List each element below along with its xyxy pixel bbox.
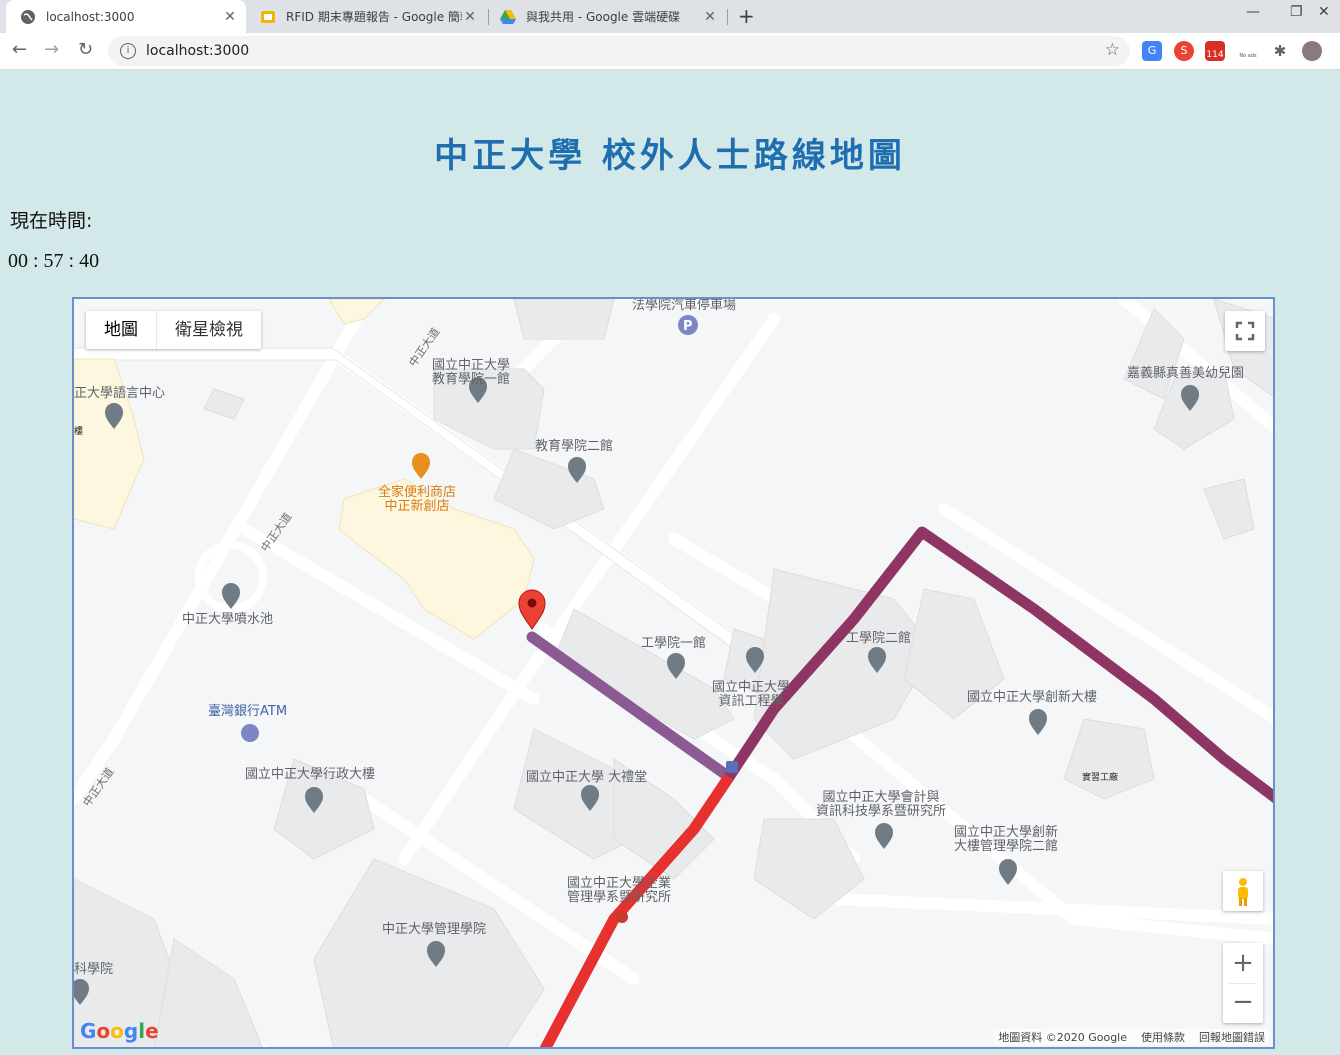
poi-mgmt2-label[interactable]: 國立中正大學創新 大樓管理學院二館 xyxy=(954,826,1058,854)
address-bar[interactable]: i localhost:3000 ☆ xyxy=(108,36,1130,66)
close-window-button[interactable]: ✕ xyxy=(1318,4,1330,20)
map[interactable]: P 法學院汽車停車場 國立中正大學 教育學院一館 教育學院二館 正大學語言中心 樓… xyxy=(72,297,1275,1049)
clock: 00 : 57 : 40 xyxy=(8,250,100,272)
drive-icon xyxy=(500,9,516,25)
poi-fountain-label[interactable]: 中正大學噴水池 xyxy=(182,613,273,627)
slides-icon xyxy=(260,9,276,25)
poi-edu2-label[interactable]: 教育學院二館 xyxy=(535,440,613,454)
toolbar: ← → ↻ i localhost:3000 ☆ G S 114 No ads … xyxy=(0,33,1340,70)
star-icon[interactable]: ☆ xyxy=(1105,40,1120,60)
page-title: 中正大學 校外人士路線地圖 xyxy=(434,136,906,176)
extension-s-icon[interactable]: S xyxy=(1174,41,1194,61)
url-text[interactable]: localhost:3000 xyxy=(146,43,249,59)
translate-icon[interactable]: G xyxy=(1142,41,1162,61)
poi-admin-label[interactable]: 國立中正大學行政大樓 xyxy=(245,768,375,782)
poi-parking-label[interactable]: 法學院汽車停車場 xyxy=(632,299,736,313)
close-icon[interactable]: ✕ xyxy=(702,9,718,25)
tab-strip: localhost:3000 ✕ RFID 期末專題報告 - Google 簡報… xyxy=(0,0,1340,33)
poi-innovation-label[interactable]: 國立中正大學創新大樓 xyxy=(967,691,1097,705)
mail-badge[interactable]: 114 xyxy=(1205,41,1225,61)
close-icon[interactable]: ✕ xyxy=(222,9,238,25)
avatar[interactable] xyxy=(1302,41,1322,61)
fullscreen-icon xyxy=(1235,321,1255,341)
restore-button[interactable]: ❐ xyxy=(1290,4,1303,20)
new-tab-button[interactable]: + xyxy=(738,4,755,28)
tab-divider xyxy=(727,9,728,25)
tab-drive[interactable]: 與我共用 - Google 雲端硬碟 ✕ xyxy=(486,0,726,33)
poi-science-label[interactable]: 科學院 xyxy=(74,963,113,977)
poi-edu1-label[interactable]: 國立中正大學 教育學院一館 xyxy=(432,359,510,387)
map-attribution: 地圖資料 ©2020 Google 使用條款 回報地圖錯誤 xyxy=(994,1029,1269,1045)
poi-factory-label[interactable]: 實習工廠 xyxy=(1082,771,1118,785)
report-error-link[interactable]: 回報地圖錯誤 xyxy=(1199,1031,1265,1044)
poi-auditorium-label[interactable]: 國立中正大學 大禮堂 xyxy=(526,771,647,785)
poi-language-center-label[interactable]: 正大學語言中心 xyxy=(74,387,165,401)
forward-icon[interactable]: → xyxy=(44,39,59,60)
poi-eng1-label[interactable]: 工學院一館 xyxy=(641,637,706,651)
extension-icon[interactable]: ✱ xyxy=(1270,41,1290,61)
zoom-in-button[interactable]: + xyxy=(1223,943,1263,983)
tab-slides[interactable]: RFID 期末專題報告 - Google 簡報 ✕ xyxy=(246,0,486,33)
pegman-button[interactable] xyxy=(1223,871,1263,911)
satellite-view-button[interactable]: 衛星檢視 xyxy=(157,311,261,349)
svg-text:P: P xyxy=(683,319,693,334)
poi-atm-label[interactable]: 臺灣銀行ATM xyxy=(208,705,287,719)
poi-building-label: 樓 xyxy=(74,427,84,437)
minimize-button[interactable]: — xyxy=(1246,4,1260,20)
close-icon[interactable]: ✕ xyxy=(462,9,478,25)
map-view-button[interactable]: 地圖 xyxy=(86,311,157,349)
poi-bizmgmt-label[interactable]: 國立中正大學企業 管理學系暨研究所 xyxy=(567,877,671,905)
map-canvas[interactable]: P xyxy=(74,299,1275,1049)
noads-icon[interactable]: No ads xyxy=(1238,41,1258,61)
zoom-out-button[interactable]: − xyxy=(1223,984,1263,1023)
terms-link[interactable]: 使用條款 xyxy=(1141,1031,1185,1044)
zoom-control: + − xyxy=(1223,943,1263,1023)
poi-accounting-label[interactable]: 國立中正大學會計與 資訊科技學系暨研究所 xyxy=(816,791,946,819)
map-type-control: 地圖 衛星檢視 xyxy=(86,311,261,349)
tab-title: RFID 期末專題報告 - Google 簡報 xyxy=(286,10,462,24)
reload-icon[interactable]: ↻ xyxy=(78,39,93,60)
time-label: 現在時間: xyxy=(10,210,93,232)
bank-icon xyxy=(241,724,259,742)
route-stop-marker xyxy=(616,911,628,923)
map-data-credit[interactable]: 地圖資料 ©2020 Google xyxy=(998,1031,1127,1044)
tab-title: localhost:3000 xyxy=(46,9,135,24)
poi-eng2-label[interactable]: 工學院二館 xyxy=(846,632,911,646)
back-icon[interactable]: ← xyxy=(12,39,27,60)
poi-kindergarten-label[interactable]: 嘉義縣真善美幼兒園 xyxy=(1127,367,1244,381)
poi-store-label[interactable]: 全家便利商店 中正新創店 xyxy=(378,486,456,514)
info-icon[interactable]: i xyxy=(120,43,136,59)
transit-icon xyxy=(726,761,738,773)
pegman-icon xyxy=(1238,878,1248,906)
google-logo: Google xyxy=(80,1019,159,1043)
poi-csie-label[interactable]: 國立中正大學 資訊工程學 xyxy=(712,681,790,709)
poi-mgmt-label[interactable]: 中正大學管理學院 xyxy=(382,923,486,937)
tab-localhost[interactable]: localhost:3000 ✕ xyxy=(6,0,246,33)
globe-icon xyxy=(20,9,36,25)
tab-title: 與我共用 - Google 雲端硬碟 xyxy=(526,10,681,24)
fullscreen-button[interactable] xyxy=(1225,311,1265,351)
